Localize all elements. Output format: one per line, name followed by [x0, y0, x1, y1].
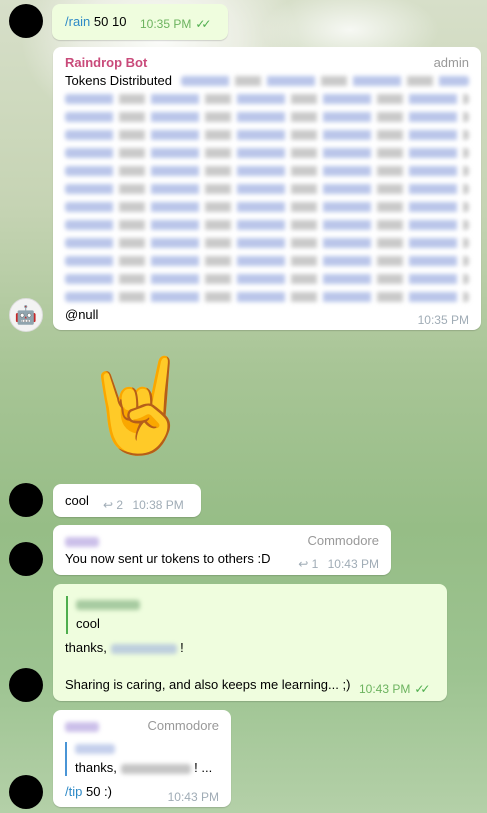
message-tip[interactable]: Commodore thanks, ! ... /tip 50 :) 10:43… [53, 710, 231, 807]
quote-line: thanks, ! ... [75, 760, 212, 775]
time-label: 10:43 PM [327, 557, 379, 571]
message-meta: ↩ 1 10:43 PM [298, 557, 379, 571]
admin-badge: admin [433, 55, 469, 70]
blurred-mentions [65, 274, 469, 284]
blurred-mentions [65, 292, 469, 302]
command-link[interactable]: /tip [65, 784, 82, 799]
command-args: 50 10 [93, 14, 127, 29]
blurred-mentions [65, 238, 469, 248]
blurred-mentions [181, 76, 469, 86]
blurred-mentions [65, 202, 469, 212]
rock-on-emoji: 🤘 [80, 355, 195, 457]
commodore-badge: Commodore [307, 533, 379, 548]
blurred-mention[interactable] [110, 643, 177, 654]
message-rain[interactable]: /rain 50 10 10:35 PM ✓✓ [52, 4, 228, 40]
blurred-mentions [65, 220, 469, 230]
avatar[interactable] [9, 4, 43, 38]
avatar[interactable] [9, 668, 43, 702]
thanks-text: thanks, [65, 640, 107, 655]
message-raindrop-bot[interactable]: Raindrop Bot admin Tokens Distributed @n… [53, 47, 481, 330]
blurred-mentions [65, 130, 469, 140]
time-label: 10:38 PM [132, 498, 184, 512]
reply-quote[interactable]: thanks, ! ... [65, 742, 212, 776]
blurred-mentions [65, 148, 469, 158]
avatar[interactable] [9, 542, 43, 576]
message-text: Tokens Distributed [65, 73, 172, 88]
sender-name[interactable]: Raindrop Bot [65, 55, 147, 70]
message-time: 10:35 PM ✓✓ [140, 17, 212, 31]
double-check-icon: ✓✓ [195, 17, 211, 31]
avatar[interactable] [9, 483, 43, 517]
blurred-sender [65, 722, 99, 732]
blurred-quote-sender [75, 744, 115, 754]
time-label: 10:35 PM [140, 17, 192, 31]
message-text: /tip 50 :) [65, 784, 112, 799]
blurred-mentions [65, 166, 469, 176]
message-meta: ↩ 2 10:38 PM [103, 498, 184, 512]
command-args: 50 :) [85, 784, 112, 799]
quote-text: cool [76, 616, 100, 631]
message-commodore[interactable]: Commodore You now sent ur tokens to othe… [53, 525, 391, 575]
message-text: Sharing is caring, and also keeps me lea… [65, 677, 351, 692]
blurred-mentions [65, 112, 469, 122]
message-time: 10:43 PM [167, 790, 219, 804]
avatar[interactable] [9, 775, 43, 809]
reply-count: 1 [311, 557, 319, 571]
commodore-badge: Commodore [147, 718, 219, 733]
command-link[interactable]: /rain [65, 14, 90, 29]
message-cool[interactable]: cool ↩ 2 10:38 PM [53, 484, 201, 517]
blurred-quote-sender [76, 600, 140, 610]
reply-count: 2 [116, 498, 124, 512]
null-mention: @null [65, 307, 99, 322]
quote-suffix: ! ... [194, 760, 213, 775]
blurred-mentions [65, 256, 469, 266]
quote-text: thanks, [75, 760, 117, 775]
message-text: cool [65, 493, 89, 508]
exclaim-text: ! [180, 640, 184, 655]
blurred-mentions [65, 184, 469, 194]
message-sharing[interactable]: cool thanks, ! Sharing is caring, and al… [53, 584, 447, 701]
message-time: 10:43 PM ✓✓ [359, 682, 431, 696]
robot-icon[interactable]: 🤖 [9, 298, 43, 332]
thanks-line: thanks, ! [65, 640, 184, 655]
reply-icon[interactable]: ↩ [298, 557, 308, 571]
message-text: You now sent ur tokens to others :D [65, 551, 271, 566]
blurred-mention [120, 763, 191, 774]
reply-icon[interactable]: ↩ [103, 498, 113, 512]
blurred-mentions [65, 94, 469, 104]
message-time: 10:35 PM [417, 313, 469, 327]
reply-quote[interactable]: cool [66, 596, 140, 634]
blurred-sender [65, 537, 99, 547]
message-text: /rain 50 10 [65, 14, 126, 29]
double-check-icon: ✓✓ [414, 682, 430, 696]
time-label: 10:43 PM [359, 682, 411, 696]
